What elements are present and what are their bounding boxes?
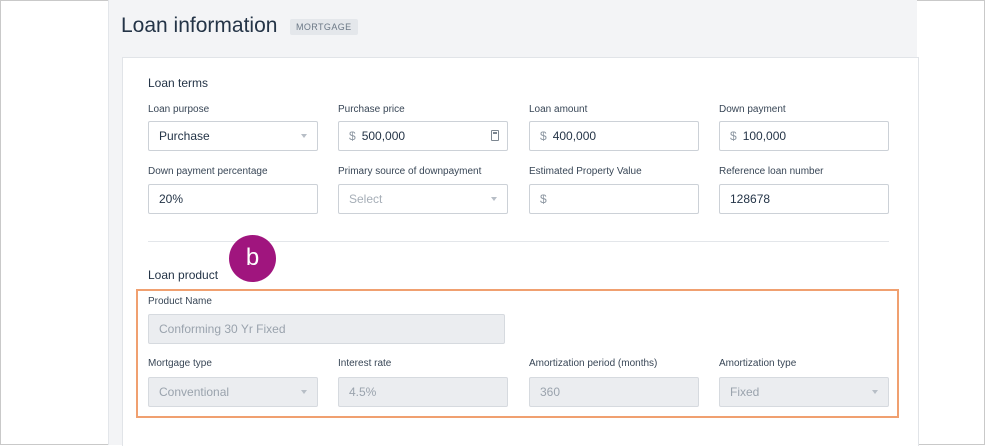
primary-source-label: Primary source of downpayment (338, 166, 482, 177)
estimated-property-value-label: Estimated Property Value (529, 166, 642, 177)
down-payment-label: Down payment (719, 104, 786, 115)
currency-prefix: $ (349, 129, 356, 143)
page-title: Loan information (121, 14, 278, 37)
loan-purpose-label: Loan purpose (148, 104, 210, 115)
loan-terms-heading: Loan terms (148, 76, 209, 90)
callout-marker: b (229, 235, 276, 282)
currency-prefix: $ (730, 129, 737, 143)
currency-prefix: $ (540, 192, 547, 206)
loan-product-heading: Loan product (148, 268, 219, 282)
primary-source-select[interactable]: Select (338, 184, 508, 214)
loan-product-highlight (136, 289, 899, 418)
down-payment-input[interactable]: $100,000 (719, 121, 889, 151)
chevron-down-icon (301, 134, 307, 138)
purchase-price-input[interactable]: $500,000 (338, 121, 508, 151)
chevron-down-icon (491, 197, 497, 201)
reference-loan-number-label: Reference loan number (719, 166, 824, 177)
reference-loan-number-value: 128678 (730, 192, 771, 206)
loan-purpose-select[interactable]: Purchase (148, 121, 318, 151)
reference-loan-number-input[interactable]: 128678 (719, 184, 889, 214)
loan-purpose-value: Purchase (159, 129, 210, 143)
loan-amount-value: 400,000 (552, 129, 597, 143)
purchase-price-label: Purchase price (338, 104, 405, 115)
down-payment-percentage-value: 20% (159, 192, 184, 206)
loan-amount-input[interactable]: $400,000 (529, 121, 699, 151)
loan-type-badge: MORTGAGE (290, 19, 358, 35)
down-payment-percentage-label: Down payment percentage (148, 166, 268, 177)
currency-prefix: $ (540, 129, 547, 143)
loan-amount-label: Loan amount (529, 104, 588, 115)
estimated-property-value-input[interactable]: $ (529, 184, 699, 214)
calculator-icon[interactable] (491, 130, 499, 141)
purchase-price-value: 500,000 (361, 129, 406, 143)
down-payment-percentage-input[interactable]: 20% (148, 184, 318, 214)
down-payment-value: 100,000 (742, 129, 787, 143)
primary-source-placeholder: Select (349, 192, 383, 206)
